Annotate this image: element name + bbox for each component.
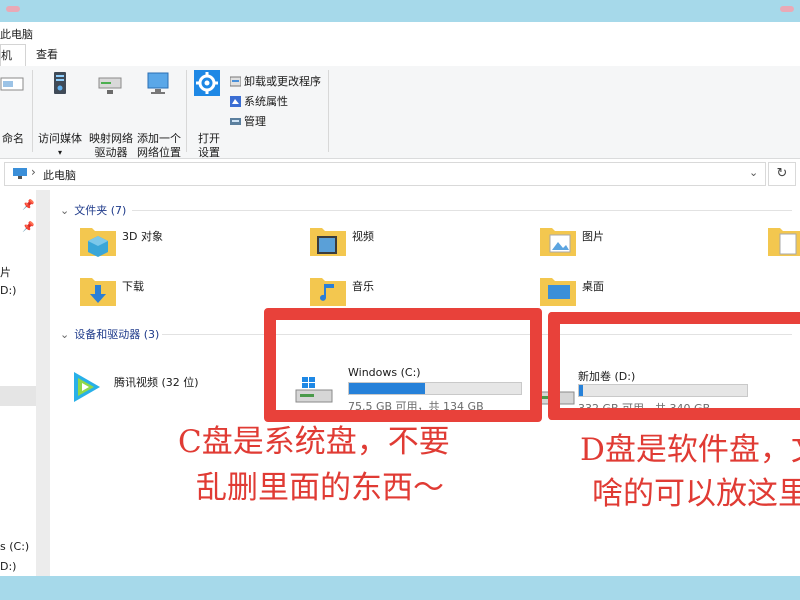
frame-bottom <box>0 576 800 600</box>
system-properties-label: 系统属性 <box>244 95 288 108</box>
nav-item-drive-d[interactable]: D:) <box>0 284 16 297</box>
frame-dot <box>780 6 794 12</box>
collapse-caret-icon: ⌄ <box>60 204 70 217</box>
section-title-folders: 文件夹 (7) <box>74 204 127 217</box>
map-drive-label: 映射网络驱动器 <box>89 132 133 159</box>
explorer-window: 此电脑 机 查看 命名 访问媒体 ▾ 映射网络驱动器 添加一个网络位置 打开设置… <box>0 22 800 576</box>
ribbon-separator <box>186 70 187 152</box>
folder-name: 下载 <box>122 280 144 293</box>
system-properties-item[interactable]: 系统属性 <box>230 94 288 110</box>
access-media-label: 访问媒体 <box>38 132 82 145</box>
section-header-folders[interactable]: ⌄ 文件夹 (7) <box>60 202 126 218</box>
computer-icon <box>13 168 27 179</box>
network-location-icon <box>147 72 169 94</box>
map-drive-button[interactable]: 映射网络驱动器 <box>86 70 134 159</box>
ribbon: 命名 访问媒体 ▾ 映射网络驱动器 添加一个网络位置 打开设置 卸载或更改程序 … <box>0 66 800 177</box>
folder-documents[interactable] <box>766 220 800 266</box>
folder-name: 图片 <box>582 230 604 243</box>
map-drive-icon <box>98 77 122 94</box>
access-media-button[interactable]: 访问媒体 ▾ <box>36 70 84 157</box>
window-title: 此电脑 <box>0 28 33 41</box>
manage-label: 管理 <box>244 115 266 128</box>
downloads-folder-icon <box>80 278 116 306</box>
videos-folder-icon <box>310 228 346 256</box>
refresh-button[interactable]: ↻ <box>768 162 796 186</box>
folder-videos[interactable]: 视频 <box>308 220 508 266</box>
manage-icon <box>230 118 241 125</box>
folder-downloads[interactable]: 下载 <box>78 270 278 316</box>
ribbon-separator <box>328 70 329 152</box>
folder-name: 视频 <box>352 230 374 243</box>
annotation-text-c-line2: 乱删里面的东西～ <box>196 470 444 506</box>
uninstall-label: 卸载或更改程序 <box>244 75 321 88</box>
annotation-text-c-line1: C盘是系统盘，不要 <box>178 424 450 460</box>
open-settings-button[interactable]: 打开设置 <box>190 70 224 159</box>
chevron-down-icon[interactable]: ⌄ <box>749 166 758 179</box>
folder-desktop[interactable]: 桌面 <box>538 270 738 316</box>
frame-top <box>0 0 800 22</box>
annotation-text-d-line2: 啥的可以放这里 <box>592 476 800 512</box>
music-folder-icon <box>310 278 346 306</box>
nav-item-drive-c[interactable]: s (C:) <box>0 540 29 553</box>
app-name: 腾讯视频 (32 位) <box>114 376 199 389</box>
rename-button[interactable]: 命名 <box>0 70 32 145</box>
annotation-text-d-line1: D盘是软件盘，文 <box>580 432 800 468</box>
3d-objects-folder-icon <box>80 228 116 257</box>
folder-name: 桌面 <box>582 280 604 293</box>
pictures-folder-icon <box>540 228 576 256</box>
folder-3d-objects[interactable]: 3D 对象 <box>78 220 278 266</box>
nav-selected-item[interactable] <box>0 386 36 406</box>
nav-item-drive-d-lower[interactable]: D:) <box>0 560 16 573</box>
rename-icon <box>0 77 24 91</box>
uninstall-programs-item[interactable]: 卸载或更改程序 <box>230 74 321 90</box>
media-server-icon <box>54 72 66 94</box>
section-title-devices: 设备和驱动器 (3) <box>74 328 160 341</box>
ribbon-separator <box>32 70 33 152</box>
gear-icon <box>194 70 220 96</box>
annotation-box-c <box>264 308 542 422</box>
breadcrumb-path[interactable]: 此电脑 <box>43 167 76 183</box>
pin-icon[interactable]: 📌 <box>22 222 34 233</box>
address-field[interactable]: › 此电脑 ⌄ <box>4 162 766 186</box>
annotation-box-d <box>548 312 800 420</box>
add-network-location-button[interactable]: 添加一个网络位置 <box>134 70 182 159</box>
rename-label: 命名 <box>2 132 24 145</box>
tab-view[interactable]: 查看 <box>28 44 66 66</box>
folder-pictures[interactable]: 图片 <box>538 220 738 266</box>
frame-dot <box>6 6 20 12</box>
title-bar: 此电脑 <box>0 22 800 44</box>
app-tencent-video[interactable]: 腾讯视频 (32 位) <box>68 368 268 410</box>
tencent-video-icon <box>74 372 100 402</box>
folder-name: 音乐 <box>352 280 374 293</box>
manage-item[interactable]: 管理 <box>230 114 266 130</box>
navigation-pane: 📌 📌 片 D:) s (C:) D:) <box>0 190 50 576</box>
breadcrumb-chevron-icon: › <box>31 165 36 179</box>
documents-folder-icon <box>768 228 800 256</box>
system-properties-icon <box>230 96 241 107</box>
nav-scrollbar[interactable] <box>36 190 50 576</box>
open-settings-label: 打开设置 <box>198 132 220 159</box>
tab-computer[interactable]: 机 <box>0 44 26 67</box>
uninstall-icon <box>230 76 241 87</box>
address-bar: › 此电脑 ⌄ ↻ <box>0 162 800 186</box>
section-header-devices[interactable]: ⌄ 设备和驱动器 (3) <box>60 326 159 342</box>
folder-name: 3D 对象 <box>122 230 163 243</box>
pin-icon[interactable]: 📌 <box>22 200 34 211</box>
nav-item-pictures[interactable]: 片 <box>0 264 11 280</box>
section-divider <box>132 210 792 211</box>
ribbon-tabs: 机 查看 <box>0 44 800 67</box>
collapse-caret-icon: ⌄ <box>60 328 70 341</box>
dropdown-arrow-icon: ▾ <box>58 148 63 157</box>
desktop-folder-icon <box>540 278 576 306</box>
add-network-location-label: 添加一个网络位置 <box>137 132 181 159</box>
